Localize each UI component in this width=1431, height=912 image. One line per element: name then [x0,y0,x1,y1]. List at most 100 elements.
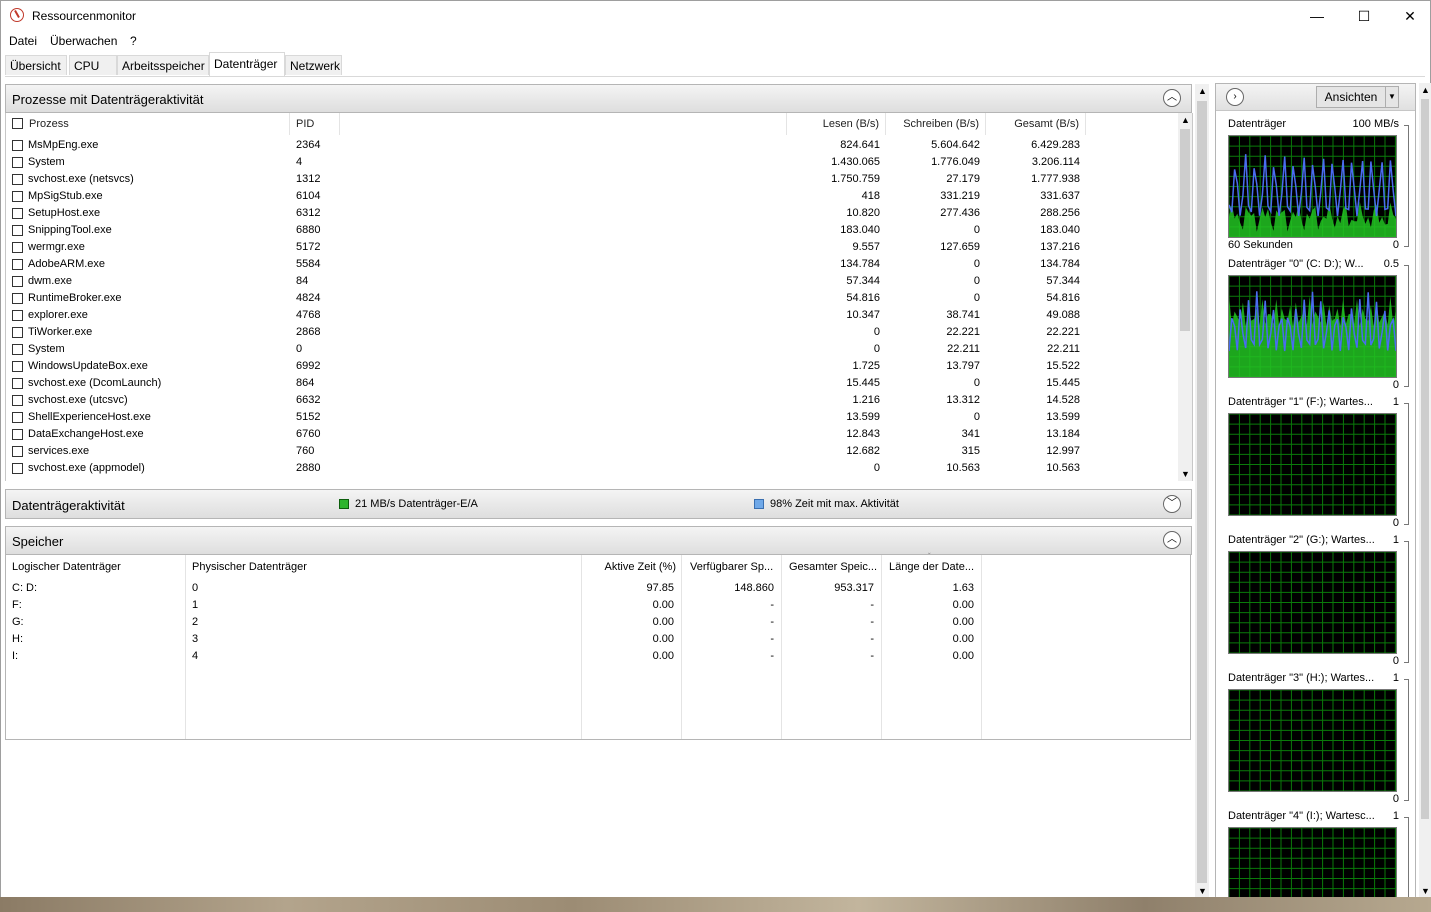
graph-scroll-thumb[interactable] [1421,99,1429,819]
column-header-verfuegbar[interactable]: Verfügbarer Sp... [690,559,773,576]
scroll-down-icon[interactable]: ▼ [1198,886,1207,896]
column-header-gesamt-speicher[interactable]: Gesamter Speic... [789,559,877,576]
table-row[interactable]: H: 3 0.00 - - 0.00 [6,631,1180,648]
scroll-down-icon[interactable]: ▼ [1181,469,1190,479]
activity-panel-header[interactable]: Datenträgeraktivität 21 MB/s Datenträger… [5,489,1192,519]
table-row[interactable]: AdobeARM.exe 5584 134.784 0 134.784 [6,256,1180,273]
row-checkbox[interactable] [12,429,23,440]
column-header-prozess[interactable]: Prozess [6,113,290,135]
maximize-button[interactable]: ☐ [1341,1,1387,31]
table-row[interactable]: svchost.exe (appmodel) 2880 0 10.563 10.563 [6,460,1180,477]
table-row[interactable]: TiWorker.exe 2868 0 22.221 22.221 [6,324,1180,341]
storage-panel-header[interactable]: Speicher ︿ [5,526,1192,555]
disk-activity-graph[interactable] [1228,551,1397,654]
collapse-up-icon[interactable]: ︿ [1163,89,1181,107]
tab-cpu[interactable]: CPU [69,55,117,75]
menu-help[interactable]: ? [130,34,137,48]
row-checkbox[interactable] [12,208,23,219]
process-read: 13.599 [846,411,880,423]
column-header-schreiben[interactable]: Schreiben (B/s) [886,113,986,135]
graph-pane-scrollbar[interactable]: ▲ ▼ [1419,83,1431,898]
chevron-right-icon[interactable]: › [1226,88,1244,106]
table-row[interactable]: MpSigStub.exe 6104 418 331.219 331.637 [6,188,1180,205]
row-checkbox[interactable] [12,242,23,253]
table-row[interactable]: C: D: 0 97.85 148.860 953.317 1.63 [6,580,1180,597]
view-dropdown-icon[interactable]: ▼ [1385,86,1399,108]
main-scrollbar[interactable]: ▲ ▼ [1195,84,1209,898]
row-checkbox[interactable] [12,378,23,389]
row-checkbox[interactable] [12,140,23,151]
table-row[interactable]: SnippingTool.exe 6880 183.040 0 183.040 [6,222,1180,239]
view-button[interactable]: Ansichten [1316,86,1386,108]
table-row[interactable]: SetupHost.exe 6312 10.820 277.436 288.256 [6,205,1180,222]
title-bar[interactable]: Ressourcenmonitor — ☐ ✕ [1,1,1430,31]
minimize-button[interactable]: — [1294,1,1340,31]
logical-disk: F: [12,599,22,611]
row-checkbox[interactable] [12,225,23,236]
table-row[interactable]: System 0 0 22.211 22.211 [6,341,1180,358]
table-row[interactable]: System 4 1.430.065 1.776.049 3.206.114 [6,154,1180,171]
row-checkbox[interactable] [12,157,23,168]
table-row[interactable]: G: 2 0.00 - - 0.00 [6,614,1180,631]
process-pid: 864 [296,377,315,389]
row-checkbox[interactable] [12,191,23,202]
table-row[interactable]: I: 4 0.00 - - 0.00 [6,648,1180,665]
scroll-up-icon[interactable]: ▲ [1198,86,1207,96]
tab-datentraeger[interactable]: Datenträger [209,52,285,76]
table-row[interactable]: wermgr.exe 5172 9.557 127.659 137.216 [6,239,1180,256]
row-checkbox[interactable] [12,310,23,321]
row-checkbox[interactable] [12,259,23,270]
column-header-physisch[interactable]: Physischer Datenträger [192,559,307,576]
scroll-down-icon[interactable]: ▼ [1421,886,1430,896]
column-header-warteschlange[interactable]: Länge der Date... [889,559,974,576]
table-row[interactable]: svchost.exe (netsvcs) 1312 1.750.759 27.179… [6,171,1180,188]
row-checkbox[interactable] [12,344,23,355]
disk-activity-graph[interactable] [1228,413,1397,516]
row-checkbox[interactable] [12,174,23,185]
table-row[interactable]: DataExchangeHost.exe 6760 12.843 341 13.184 [6,426,1180,443]
column-header-lesen[interactable]: Lesen (B/s) [786,113,886,135]
expand-down-icon[interactable]: ﹀ [1163,495,1181,513]
disk-activity-graph[interactable] [1228,135,1397,238]
table-row[interactable]: services.exe 760 12.682 315 12.997 [6,443,1180,460]
tab-uebersicht[interactable]: Übersicht [5,55,67,75]
table-row[interactable]: svchost.exe (DcomLaunch) 864 15.445 0 15.445 [6,375,1180,392]
scroll-up-icon[interactable]: ▲ [1181,115,1190,125]
table-row[interactable]: RuntimeBroker.exe 4824 54.816 0 54.816 [6,290,1180,307]
row-checkbox[interactable] [12,412,23,423]
disk-activity-graph[interactable] [1228,275,1397,378]
processes-scrollbar[interactable]: ▲ ▼ [1178,113,1192,481]
disk-activity-graph[interactable] [1228,689,1397,792]
row-checkbox[interactable] [12,361,23,372]
processes-panel-header[interactable]: Prozesse mit Datenträgeraktivität ︿ [5,84,1192,113]
scroll-thumb[interactable] [1180,129,1190,331]
table-row[interactable]: svchost.exe (utcsvc) 6632 1.216 13.312 14.52… [6,392,1180,409]
main-scroll-thumb[interactable] [1197,101,1207,883]
graph-bracket [1404,403,1409,525]
column-header-pid[interactable]: PID [290,113,340,135]
row-checkbox[interactable] [12,293,23,304]
table-row[interactable]: WindowsUpdateBox.exe 6992 1.725 13.797 15.52… [6,358,1180,375]
io-legend-swatch [339,499,349,509]
table-row[interactable]: F: 1 0.00 - - 0.00 [6,597,1180,614]
table-row[interactable]: MsMpEng.exe 2364 824.641 5.604.642 6.429.283 [6,137,1180,154]
menu-datei[interactable]: Datei [9,34,37,48]
row-checkbox[interactable] [12,327,23,338]
tab-arbeitsspeicher[interactable]: Arbeitsspeicher [117,55,209,75]
table-row[interactable]: explorer.exe 4768 10.347 38.741 49.088 [6,307,1180,324]
close-button[interactable]: ✕ [1387,1,1431,31]
row-checkbox[interactable] [12,463,23,474]
scroll-up-icon[interactable]: ▲ [1421,85,1430,95]
table-row[interactable]: dwm.exe 84 57.344 0 57.344 [6,273,1180,290]
row-checkbox[interactable] [12,276,23,287]
menu-ueberwachen[interactable]: Überwachen [50,34,117,48]
tab-netzwerk[interactable]: Netzwerk [285,55,342,75]
table-row[interactable]: ShellExperienceHost.exe 5152 13.599 0 13.599 [6,409,1180,426]
collapse-up-icon[interactable]: ︿ [1163,531,1181,549]
select-all-checkbox[interactable] [12,118,23,129]
row-checkbox[interactable] [12,395,23,406]
disk-activity-graph[interactable] [1228,827,1397,897]
row-checkbox[interactable] [12,446,23,457]
column-header-aktive-zeit[interactable]: Aktive Zeit (%) [582,559,676,576]
column-header-logisch[interactable]: Logischer Datenträger [12,559,121,576]
